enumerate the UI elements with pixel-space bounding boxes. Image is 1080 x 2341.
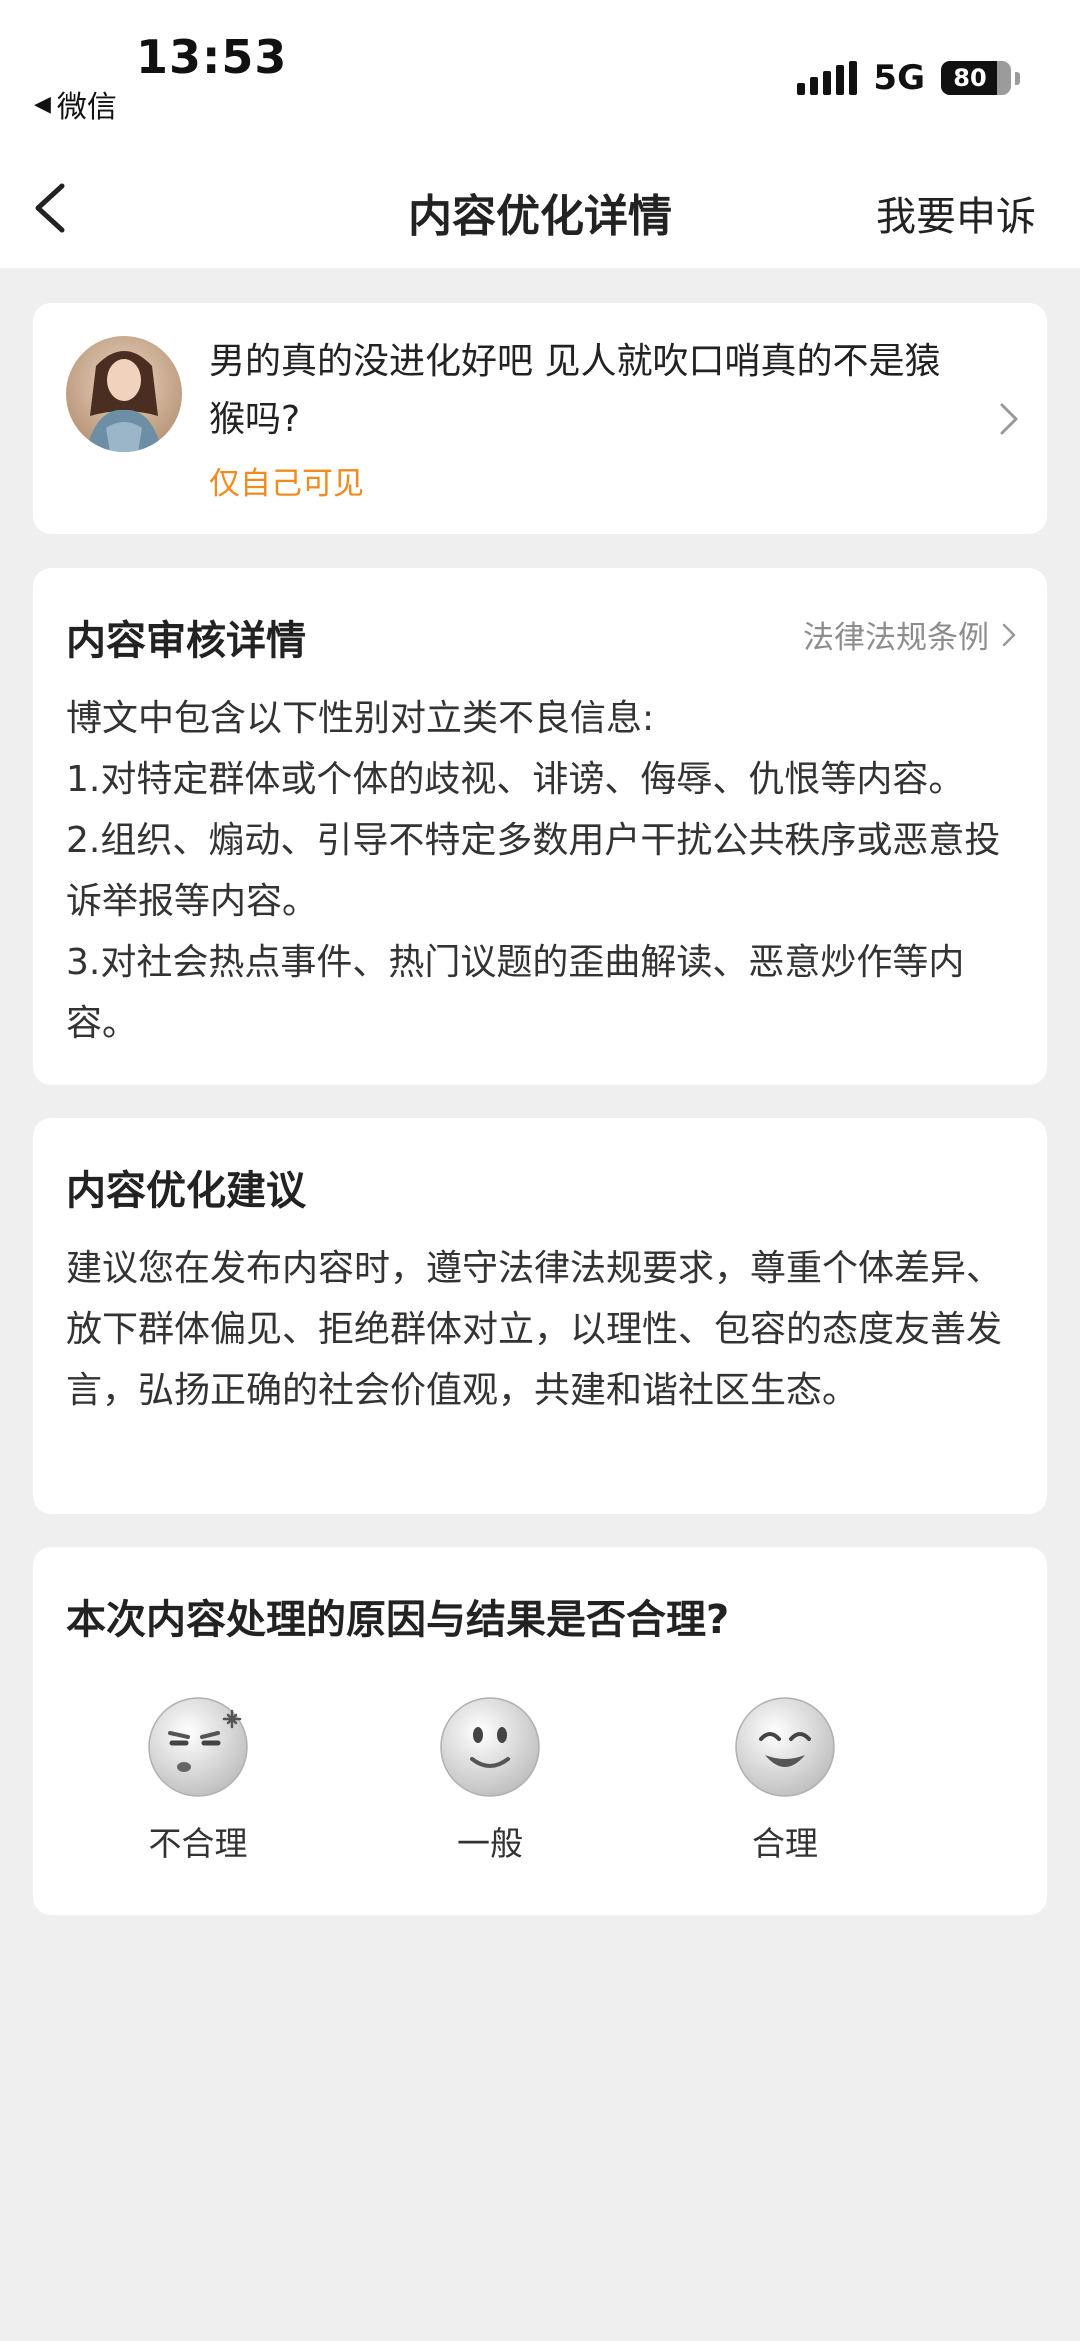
law-link-label: 法律法规条例 <box>803 620 989 656</box>
back-app-label: 微信 <box>56 90 117 125</box>
review-line: 2.组织、煽动、引导不特定多数用户干扰公共秩序或恶意投诉举报等内容。 <box>66 820 1001 922</box>
signal-icon <box>797 61 858 95</box>
review-details-card: 内容审核详情 法律法规条例 博文中包含以下性别对立类不良信息: 1.对特定群体或… <box>33 568 1047 1085</box>
post-card[interactable]: 男的真的没进化好吧 见人就吹口哨真的不是猿猴吗? 仅自己可见 <box>33 303 1047 534</box>
happy-face-icon <box>735 1697 835 1797</box>
rating-reasonable-button[interactable]: 合理 <box>705 1695 865 1865</box>
law-regulations-link[interactable]: 法律法规条例 <box>803 612 1017 657</box>
rating-average-button[interactable]: 一般 <box>410 1695 570 1865</box>
back-triangle-icon: ◀ <box>34 91 51 117</box>
status-indicators: 5G 80 <box>797 58 1020 98</box>
chevron-right-icon <box>1000 403 1018 435</box>
appeal-button[interactable]: 我要申诉 <box>876 184 1036 242</box>
review-line: 3.对社会热点事件、热门议题的歪曲解读、恶意炒作等内容。 <box>66 942 965 1044</box>
suggestion-text: 建议您在发布内容时，遵守法律法规要求，尊重个体差异、放下群体偏见、拒绝群体对立，… <box>66 1248 1003 1411</box>
post-text: 男的真的没进化好吧 见人就吹口哨真的不是猿猴吗? <box>209 341 941 440</box>
review-title: 内容审核详情 <box>66 618 306 664</box>
feedback-question: 本次内容处理的原因与结果是否合理? <box>66 1597 730 1643</box>
status-bar: 13:53 ◀ 微信 5G 80 <box>0 0 1080 150</box>
review-line: 博文中包含以下性别对立类不良信息: <box>66 698 655 739</box>
review-line: 1.对特定群体或个体的歧视、诽谤、侮辱、仇恨等内容。 <box>66 759 965 800</box>
suggestion-card: 内容优化建议 建议您在发布内容时，遵守法律法规要求，尊重个体差异、放下群体偏见、… <box>33 1118 1047 1514</box>
suggestion-title: 内容优化建议 <box>66 1168 306 1214</box>
status-time: 13:53 <box>136 30 288 84</box>
battery-icon: 80 <box>941 61 1011 95</box>
back-to-app-link[interactable]: ◀ 微信 <box>34 82 117 126</box>
feedback-card: 本次内容处理的原因与结果是否合理? 不合理 一般 合理 <box>33 1547 1047 1915</box>
avatar <box>66 336 182 452</box>
visibility-label: 仅自己可见 <box>209 466 364 502</box>
annoyed-face-icon <box>148 1697 248 1797</box>
rating-label: 合理 <box>752 1824 818 1863</box>
rating-unreasonable-button[interactable]: 不合理 <box>118 1695 278 1865</box>
chevron-right-icon <box>1002 623 1016 646</box>
rating-label: 不合理 <box>148 1824 248 1863</box>
network-type: 5G <box>873 58 925 98</box>
nav-bar: 内容优化详情 我要申诉 <box>0 150 1080 268</box>
battery-level: 80 <box>953 64 987 92</box>
rating-label: 一般 <box>457 1824 523 1863</box>
neutral-face-icon <box>440 1697 540 1797</box>
review-body: 博文中包含以下性别对立类不良信息: 1.对特定群体或个体的歧视、诽谤、侮辱、仇恨… <box>66 688 1026 1054</box>
